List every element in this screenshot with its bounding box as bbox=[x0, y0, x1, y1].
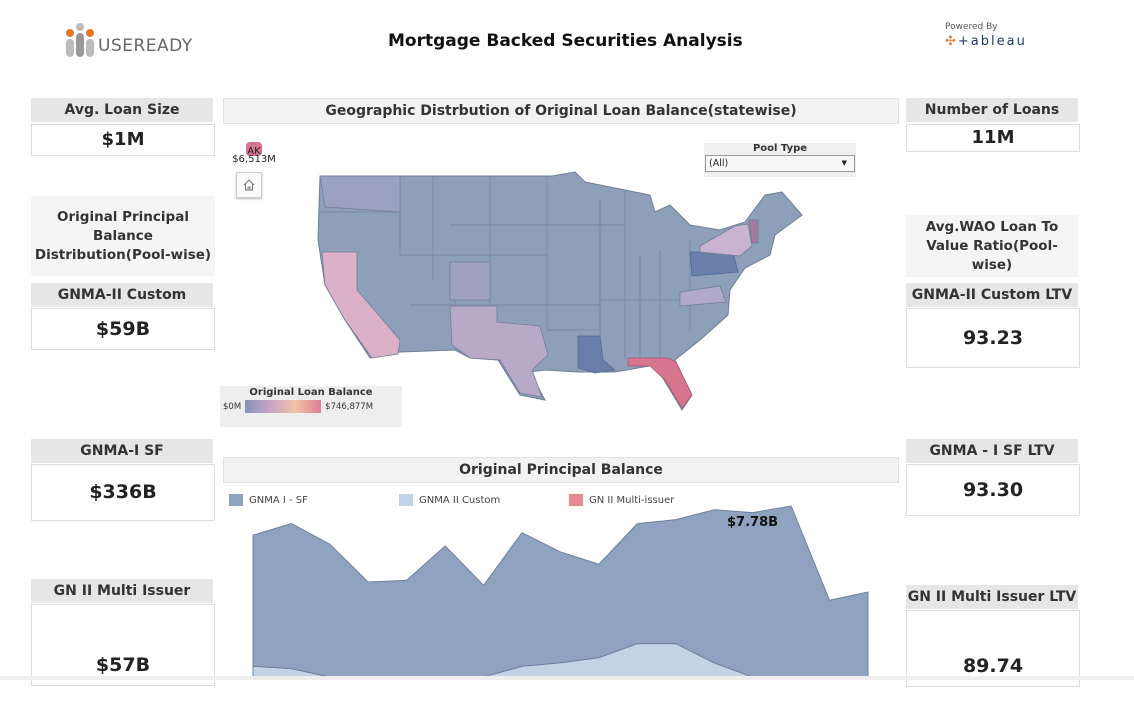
data-point[interactable] bbox=[867, 591, 869, 593]
data-point[interactable] bbox=[483, 584, 485, 586]
bottom-scrollbar[interactable] bbox=[0, 676, 1134, 680]
data-point[interactable] bbox=[406, 579, 408, 581]
data-point[interactable] bbox=[752, 512, 754, 514]
data-point[interactable] bbox=[790, 505, 792, 507]
area-chart bbox=[252, 505, 869, 676]
data-point[interactable] bbox=[521, 532, 523, 534]
data-point[interactable] bbox=[713, 509, 715, 511]
data-point[interactable] bbox=[560, 551, 561, 553]
data-point[interactable] bbox=[636, 523, 638, 525]
data-point[interactable] bbox=[598, 563, 600, 565]
data-point[interactable] bbox=[290, 523, 292, 525]
data-point[interactable] bbox=[252, 534, 254, 536]
data-point[interactable] bbox=[367, 581, 369, 583]
data-point[interactable] bbox=[675, 519, 677, 521]
data-point[interactable] bbox=[829, 599, 831, 601]
chart-annotation: $7.78B bbox=[727, 515, 779, 530]
data-point[interactable] bbox=[444, 545, 446, 547]
data-point[interactable] bbox=[329, 543, 331, 545]
area-gnma-i-sf[interactable] bbox=[252, 505, 869, 676]
